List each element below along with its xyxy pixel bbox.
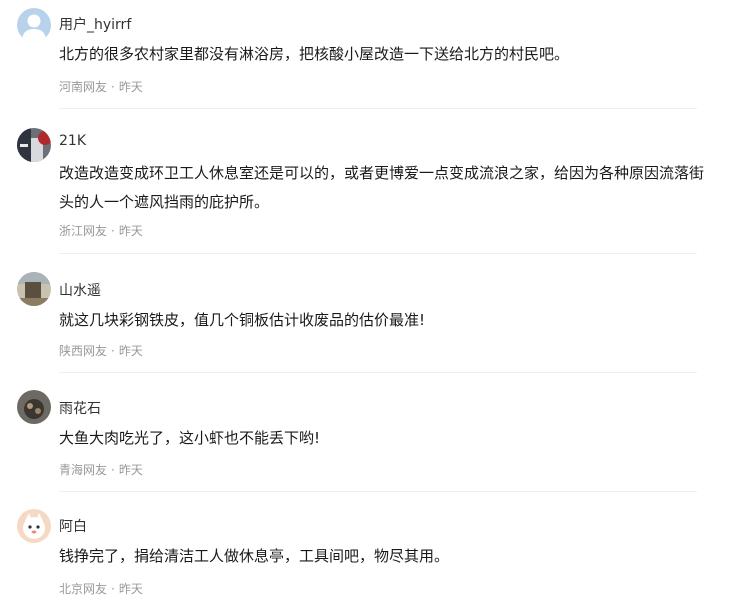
timestamp: 昨天 bbox=[118, 463, 143, 477]
comment-text: 钱挣完了，捐给清洁工人做休息亭，工具间吧，物尽其用。 bbox=[59, 547, 450, 565]
comment-text: 大鱼大肉吃光了，这小虾也不能丢下哟! bbox=[59, 429, 321, 447]
comment-meta: 河南网友 · 昨天 bbox=[59, 78, 143, 95]
separator: · bbox=[111, 80, 115, 94]
username[interactable]: 用户_hyirrf bbox=[59, 14, 131, 34]
user-avatar-icon[interactable] bbox=[17, 390, 51, 424]
comment-text: 改造改造变成环卫工人休息室还是可以的，或者更博爱一点变成流浪之家，给因为各种原因… bbox=[59, 164, 705, 211]
timestamp: 昨天 bbox=[118, 224, 143, 238]
username[interactable]: 21K bbox=[59, 133, 86, 149]
separator: · bbox=[111, 344, 115, 358]
separator: · bbox=[111, 463, 115, 477]
user-avatar-icon[interactable] bbox=[17, 128, 51, 162]
comment-text: 就这几块彩钢铁皮，值几个铜板估计收废品的估价最准! bbox=[59, 311, 426, 329]
username[interactable]: 山水遥 bbox=[59, 280, 101, 300]
location-label: 陕西网友 bbox=[59, 344, 108, 358]
comment-meta: 浙江网友 · 昨天 bbox=[59, 222, 143, 239]
timestamp: 昨天 bbox=[118, 582, 143, 596]
comment-text: 北方的很多农村家里都没有淋浴房，把核酸小屋改造一下送给北方的村民吧。 bbox=[59, 45, 570, 63]
separator: · bbox=[111, 582, 115, 596]
comment-meta: 北京网友 · 昨天 bbox=[59, 580, 143, 597]
comment-meta: 青海网友 · 昨天 bbox=[59, 461, 143, 478]
divider bbox=[59, 253, 697, 254]
divider bbox=[59, 372, 697, 373]
username[interactable]: 雨花石 bbox=[59, 398, 101, 418]
username[interactable]: 阿白 bbox=[59, 516, 87, 536]
timestamp: 昨天 bbox=[118, 344, 143, 358]
divider bbox=[59, 108, 697, 109]
timestamp: 昨天 bbox=[118, 80, 143, 94]
location-label: 青海网友 bbox=[59, 463, 108, 477]
user-avatar-icon[interactable] bbox=[17, 8, 51, 42]
location-label: 河南网友 bbox=[59, 80, 108, 94]
separator: · bbox=[111, 224, 115, 238]
location-label: 北京网友 bbox=[59, 582, 108, 596]
user-avatar-icon[interactable] bbox=[17, 272, 51, 306]
user-avatar-icon[interactable] bbox=[17, 509, 51, 543]
location-label: 浙江网友 bbox=[59, 224, 108, 238]
divider bbox=[59, 491, 697, 492]
comment-list: 用户_hyirrf 北方的很多农村家里都没有淋浴房，把核酸小屋改造一下送给北方的… bbox=[0, 0, 731, 609]
comment-meta: 陕西网友 · 昨天 bbox=[59, 342, 143, 359]
